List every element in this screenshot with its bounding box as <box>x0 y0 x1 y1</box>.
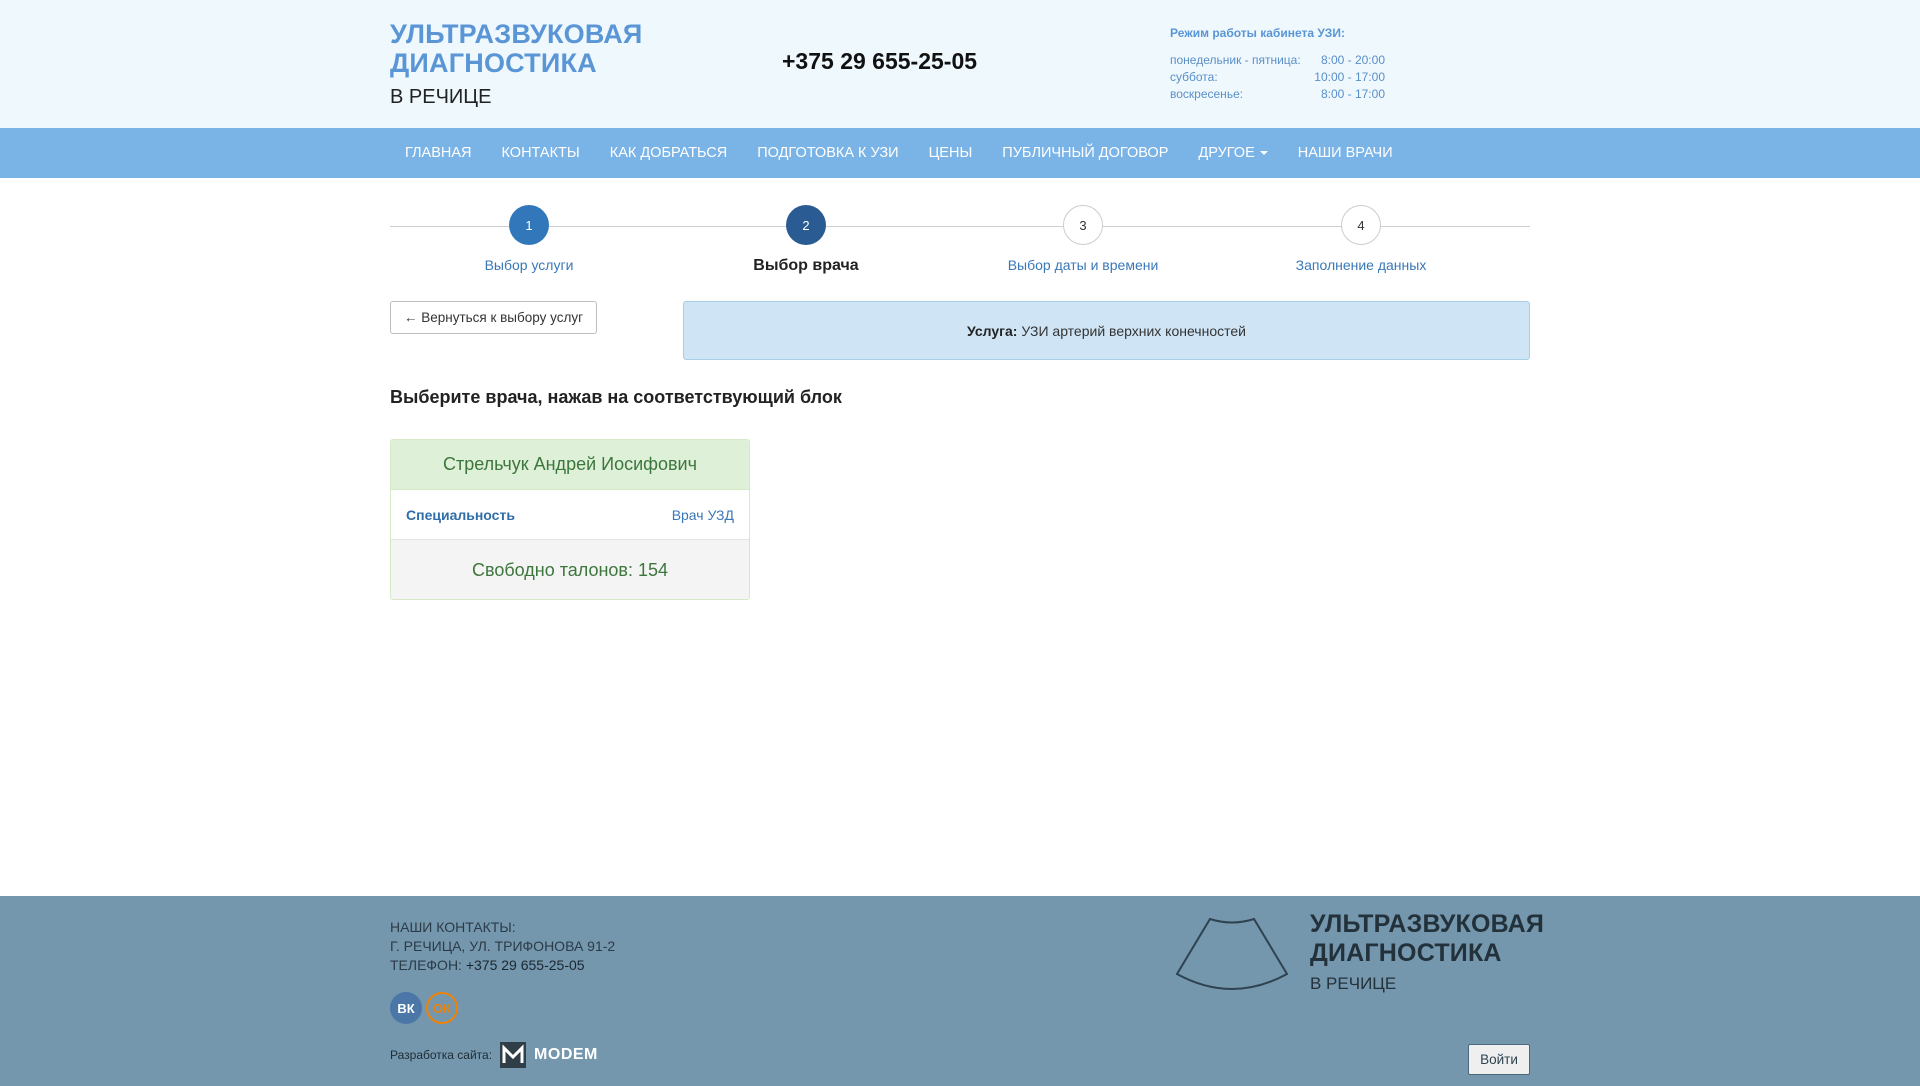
step-3: 3 Выбор даты и времени <box>944 205 1222 273</box>
caret-down-icon <box>1259 151 1268 156</box>
nav-item-home[interactable]: ГЛАВНАЯ <box>390 128 487 178</box>
step-number: 2 <box>786 205 826 245</box>
doctor-name: Стрельчук Андрей Иосифович <box>391 440 749 490</box>
step-1[interactable]: 1 Выбор услуги <box>390 205 668 273</box>
modem-logo-link[interactable]: MODEM <box>500 1042 598 1068</box>
step-number: 1 <box>509 205 549 245</box>
hours-time: 8:00 - 17:00 <box>1320 87 1385 101</box>
step-4: 4 Заполнение данных <box>1222 205 1500 273</box>
main-nav: ГЛАВНАЯ КОНТАКТЫ КАК ДОБРАТЬСЯ ПОДГОТОВК… <box>0 128 1920 178</box>
service-value: УЗИ артерий верхних конечностей <box>1021 322 1246 339</box>
step-label: Выбор даты и времени <box>1007 257 1159 273</box>
hours-row: суббота: 10:00 - 17:00 <box>1170 69 1385 86</box>
nav-item-preparation[interactable]: ПОДГОТОВКА К УЗИ <box>742 128 913 178</box>
brand-line1: УЛЬТРАЗВУКОВАЯ <box>390 19 643 49</box>
nav-item-directions[interactable]: КАК ДОБРАТЬСЯ <box>595 128 742 178</box>
social-links: ВК ОК <box>390 992 458 1024</box>
hours-time: 10:00 - 17:00 <box>1314 70 1385 84</box>
developer-credit: Разработка сайта: MODEM <box>390 1042 598 1068</box>
specialty-label: Специальность <box>406 506 515 523</box>
hours-row: воскресенье: 8:00 - 17:00 <box>1170 86 1385 103</box>
back-to-services-button[interactable]: ← Вернуться к выбору услуг <box>390 301 597 334</box>
selected-service-info: Услуга: УЗИ артерий верхних конечностей <box>683 301 1530 360</box>
nav-item-other-label: ДРУГОЕ <box>1198 145 1255 161</box>
hours-day: понедельник - пятница: <box>1170 53 1301 67</box>
footer-brand-logo[interactable]: УЛЬТРАЗВУКОВАЯ ДИАГНОСТИКА В РЕЧИЦЕ <box>1310 910 1544 994</box>
odnoklassniki-icon[interactable]: ОК <box>426 992 458 1024</box>
free-slots-count: Свободно талонов: 154 <box>391 540 749 599</box>
hours-title: Режим работы кабинета УЗИ: <box>1170 26 1345 40</box>
footer-brand-line1: УЛЬТРАЗВУКОВАЯ <box>1310 910 1545 938</box>
booking-steps: 1 Выбор услуги 2 Выбор врача 3 Выбор дат… <box>390 205 1530 285</box>
step-2: 2 Выбор врача <box>667 205 945 275</box>
contacts-title: НАШИ КОНТАКТЫ: <box>390 919 516 935</box>
nav-item-our-doctors[interactable]: НАШИ ВРАЧИ <box>1283 128 1408 178</box>
footer-phone-link[interactable]: +375 29 655-25-05 <box>466 957 585 973</box>
step-label: Выбор услуги <box>484 257 574 273</box>
brand-line2: ДИАГНОСТИКА <box>390 48 597 78</box>
hours-row: понедельник - пятница: 8:00 - 20:00 <box>1170 52 1385 69</box>
hours-time: 8:00 - 20:00 <box>1320 53 1385 67</box>
step-label: Заполнение данных <box>1295 257 1427 273</box>
step-number: 3 <box>1063 205 1103 245</box>
login-button[interactable]: Войти <box>1468 1044 1530 1075</box>
vk-icon[interactable]: ВК <box>390 992 422 1024</box>
brand-logo[interactable]: УЛЬТРАЗВУКОВАЯ ДИАГНОСТИКА В РЕЧИЦЕ <box>390 20 643 109</box>
choose-doctor-title: Выберите врача, нажав на соответствующий… <box>390 387 842 407</box>
nav-item-other-dropdown[interactable]: ДРУГОЕ <box>1183 128 1282 178</box>
step-label: Выбор врача <box>753 257 859 274</box>
step-number: 4 <box>1341 205 1381 245</box>
hours-day: воскресенье: <box>1170 87 1244 101</box>
doctor-specialty-row: Специальность Врач УЗД <box>391 490 749 540</box>
footer-contacts: НАШИ КОНТАКТЫ: Г. РЕЧИЦА, УЛ. ТРИФОНОВА … <box>390 918 615 975</box>
header-phone[interactable]: +375 29 655-25-05 <box>782 48 977 75</box>
modem-logo-icon <box>500 1042 527 1068</box>
contacts-address: Г. РЕЧИЦА, УЛ. ТРИФОНОВА 91-2 <box>390 938 616 954</box>
hours-day: суббота: <box>1170 70 1218 84</box>
site-header: УЛЬТРАЗВУКОВАЯ ДИАГНОСТИКА В РЕЧИЦЕ +375… <box>0 0 1920 128</box>
brand-subtitle: В РЕЧИЦЕ <box>390 86 492 108</box>
contacts-phone-row: ТЕЛЕФОН: +375 29 655-25-05 <box>390 956 615 975</box>
site-footer: НАШИ КОНТАКТЫ: Г. РЕЧИЦА, УЛ. ТРИФОНОВА … <box>0 896 1920 1086</box>
service-key: Услуга: <box>967 322 1018 339</box>
modem-logo-text: MODEM <box>534 1046 598 1063</box>
nav-item-prices[interactable]: ЦЕНЫ <box>914 128 988 178</box>
doctor-card[interactable]: Стрельчук Андрей Иосифович Специальность… <box>390 439 750 600</box>
specialty-value: Врач УЗД <box>671 506 734 523</box>
footer-brand-line2: ДИАГНОСТИКА <box>1310 939 1502 967</box>
phone-label: ТЕЛЕФОН: <box>390 957 462 973</box>
dev-label: Разработка сайта: <box>390 1048 493 1062</box>
nav-item-public-contract[interactable]: ПУБЛИЧНЫЙ ДОГОВОР <box>987 128 1183 178</box>
nav-item-contacts[interactable]: КОНТАКТЫ <box>487 128 595 178</box>
working-hours: Режим работы кабинета УЗИ: понедельник -… <box>1170 26 1385 103</box>
footer-brand-subtitle: В РЕЧИЦЕ <box>1310 974 1397 993</box>
ultrasound-fan-icon <box>1175 917 1289 990</box>
